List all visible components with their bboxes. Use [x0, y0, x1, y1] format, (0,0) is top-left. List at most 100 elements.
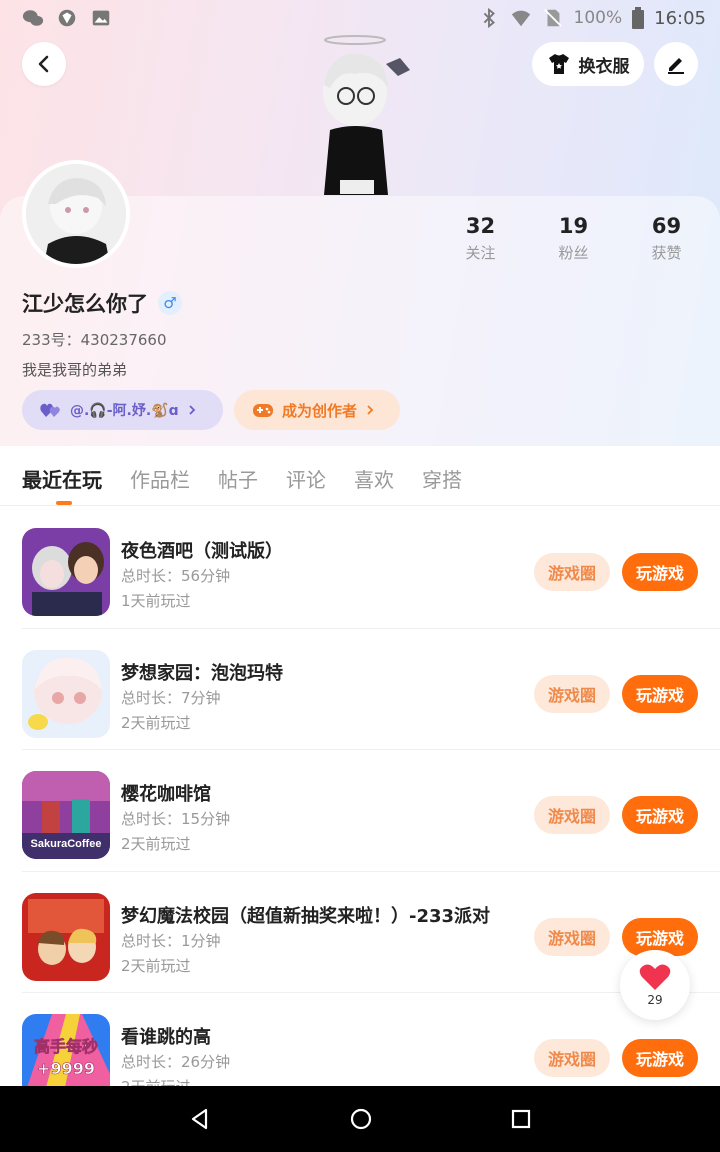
- game-circle-button[interactable]: 游戏圈: [534, 1039, 610, 1077]
- game-icon-art: 高手每秒 +9999: [22, 1014, 110, 1087]
- game-play-time: 总时长：7分钟: [121, 688, 221, 707]
- user-bio: 我是我哥的弟弟: [22, 361, 128, 379]
- game-icon-art: [22, 528, 110, 616]
- chevron-left-icon: [38, 55, 49, 73]
- game-title: 夜色酒吧（测试版）: [121, 541, 283, 562]
- tab-label: 喜欢: [354, 468, 394, 492]
- game-icon-art: [22, 649, 110, 738]
- close-friend-chip[interactable]: @.🎧-阿.妤.🐒ɑ: [22, 390, 223, 430]
- tab-label: 作品栏: [130, 468, 190, 492]
- game-title: 看谁跳的高: [121, 1027, 211, 1048]
- image-icon: [92, 10, 110, 26]
- profile-stats: 32 关注 19 粉丝 69 获赞: [434, 214, 714, 263]
- play-game-button[interactable]: 玩游戏: [622, 796, 698, 834]
- battery-icon: [632, 7, 645, 29]
- game-title: 梦幻魔法校园（超值新抽奖来啦！）-233派对: [121, 905, 491, 927]
- stat-label: 关注: [465, 244, 496, 262]
- game-icon[interactable]: 高手每秒 +9999: [22, 1014, 110, 1087]
- like-button[interactable]: 29: [620, 950, 690, 1020]
- game-last-played: 2天前玩过: [121, 713, 191, 732]
- tab-comments[interactable]: 评论: [286, 446, 326, 505]
- tab-label: 最近在玩: [22, 468, 102, 492]
- game-icon[interactable]: [22, 892, 110, 981]
- recent-games-list: 夜色酒吧（测试版） 总时长：56分钟 1天前玩过 游戏圈 玩游戏 梦想家园：泡泡…: [0, 507, 720, 1087]
- game-circle-button[interactable]: 游戏圈: [534, 917, 610, 956]
- play-game-button[interactable]: 玩游戏: [622, 674, 698, 713]
- stat-number: 69: [651, 214, 682, 238]
- tab-active-indicator: [56, 501, 72, 505]
- tab-recently-played[interactable]: 最近在玩: [22, 446, 102, 505]
- stat-likes[interactable]: 69 获赞: [620, 214, 713, 263]
- tab-likes[interactable]: 喜欢: [354, 446, 394, 505]
- edit-profile-button[interactable]: [654, 42, 698, 86]
- play-game-button[interactable]: 玩游戏: [622, 1039, 698, 1077]
- profile-tabs: 最近在玩 作品栏 帖子 评论 喜欢 穿搭: [0, 446, 720, 506]
- game-circle-button[interactable]: 游戏圈: [534, 796, 610, 834]
- close-friend-name: @.🎧-阿.妤.🐒ɑ: [70, 403, 179, 419]
- recents-square-icon[interactable]: [510, 1108, 532, 1130]
- tab-label: 穿搭: [422, 468, 462, 492]
- double-heart-icon: [40, 403, 60, 417]
- pencil-icon: [668, 58, 684, 74]
- game-icon-art: SakuraCoffee: [22, 771, 110, 859]
- sakura-coffee-logo: SakuraCoffee: [31, 838, 102, 850]
- stat-following[interactable]: 32 关注: [434, 214, 527, 263]
- become-creator-chip[interactable]: 成为创作者: [234, 390, 400, 430]
- wifi-icon: [511, 10, 530, 27]
- system-navigation-bar: [0, 1086, 720, 1152]
- tab-posts[interactable]: 帖子: [218, 446, 258, 505]
- stat-number: 32: [465, 214, 496, 238]
- no-sim-icon: [543, 9, 562, 27]
- chevron-right-icon: [189, 405, 195, 415]
- change-outfit-button[interactable]: 换衣服: [532, 42, 644, 86]
- tab-works[interactable]: 作品栏: [130, 446, 190, 505]
- game-play-time: 总时长：15分钟: [121, 810, 231, 828]
- game-circle-button[interactable]: 游戏圈: [534, 553, 610, 591]
- game-circle-button[interactable]: 游戏圈: [534, 674, 610, 713]
- chevron-right-icon: [367, 405, 374, 415]
- stat-followers[interactable]: 19 粉丝: [527, 214, 620, 263]
- home-circle-icon[interactable]: [349, 1107, 373, 1131]
- become-creator-label: 成为创作者: [282, 401, 358, 420]
- game-icon[interactable]: SakuraCoffee: [22, 771, 110, 859]
- game-icon-caption-bottom: +9999: [37, 1059, 95, 1078]
- game-title: 樱花咖啡馆: [121, 784, 211, 805]
- battery-percent: 100%: [573, 8, 623, 28]
- game-last-played: 2天前玩过: [121, 835, 191, 853]
- like-count: 29: [647, 993, 663, 1007]
- game-play-time: 总时长：26分钟: [121, 1053, 231, 1071]
- heart-icon: [639, 964, 671, 990]
- avatar-image: [26, 164, 126, 264]
- gamepad-icon: [253, 404, 273, 417]
- list-item[interactable]: 梦想家园：泡泡玛特 总时长：7分钟 2天前玩过 游戏圈 玩游戏: [22, 629, 720, 750]
- game-icon[interactable]: [22, 649, 110, 738]
- avatar[interactable]: [22, 160, 130, 268]
- list-item[interactable]: SakuraCoffee 樱花咖啡馆 总时长：15分钟 2天前玩过 游戏圈 玩游…: [22, 750, 720, 872]
- stat-label: 获赞: [651, 244, 682, 262]
- list-item[interactable]: 高手每秒 +9999 看谁跳的高 总时长：26分钟 2天前玩过 游戏圈 玩游戏: [22, 993, 720, 1087]
- game-icon-caption-top: 高手每秒: [34, 1037, 98, 1056]
- stat-number: 19: [558, 214, 589, 238]
- back-button[interactable]: [22, 42, 66, 86]
- tab-label: 帖子: [218, 468, 258, 492]
- play-game-button[interactable]: 玩游戏: [622, 553, 698, 591]
- app-icon: [58, 9, 76, 27]
- stat-label: 粉丝: [558, 244, 589, 262]
- game-title: 梦想家园：泡泡玛特: [121, 662, 283, 684]
- male-gender-icon: ♂: [158, 291, 182, 315]
- change-outfit-label: 换衣服: [578, 56, 630, 77]
- avatar-character-illustration: [323, 35, 410, 195]
- username: 江少怎么你了 ♂: [22, 288, 182, 318]
- game-last-played: 2天前玩过: [121, 956, 191, 975]
- back-triangle-icon[interactable]: [188, 1107, 212, 1131]
- username-text: 江少怎么你了: [22, 292, 148, 316]
- game-last-played: 1天前玩过: [121, 592, 191, 610]
- game-icon-art: [22, 892, 110, 981]
- user-id[interactable]: 233号：430237660: [22, 329, 167, 350]
- list-item[interactable]: 夜色酒吧（测试版） 总时长：56分钟 1天前玩过 游戏圈 玩游戏: [22, 507, 720, 629]
- list-item[interactable]: 梦幻魔法校园（超值新抽奖来啦！）-233派对 总时长：1分钟 2天前玩过 游戏圈…: [22, 872, 720, 993]
- wechat-icon: [22, 10, 44, 26]
- game-icon[interactable]: [22, 528, 110, 616]
- tshirt-icon: [548, 54, 569, 74]
- tab-outfits[interactable]: 穿搭: [422, 446, 462, 505]
